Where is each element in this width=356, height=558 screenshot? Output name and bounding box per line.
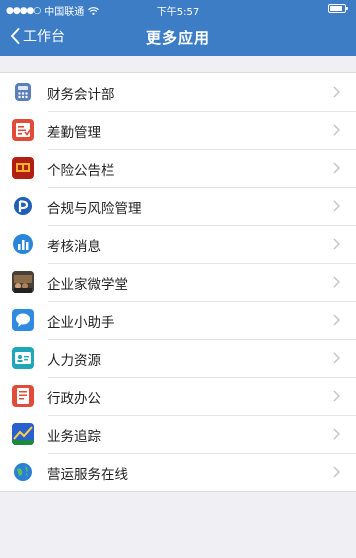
- app-label: 财务会计部: [47, 87, 115, 103]
- app-label: 企业小助手: [47, 315, 115, 331]
- clock-time: 下午5:57: [156, 7, 200, 18]
- chevron-right-icon: [333, 200, 340, 212]
- app-item-tracking[interactable]: 业务追踪: [0, 415, 356, 453]
- calculator-icon: [12, 81, 34, 103]
- app-header: ●●●●○ 中国联通 下午5:57 工作台 更多应用: [0, 0, 356, 56]
- chevron-right-icon: [333, 390, 340, 402]
- status-bar: ●●●●○ 中国联通 下午5:57: [0, 0, 356, 18]
- bulletin-icon: [12, 157, 34, 179]
- app-label: 差勤管理: [47, 125, 101, 141]
- chevron-right-icon: [333, 352, 340, 364]
- tracking-icon: [12, 423, 34, 445]
- app-item-office[interactable]: 行政办公: [0, 377, 356, 415]
- attendance-icon: [12, 119, 34, 141]
- chevron-right-icon: [333, 86, 340, 98]
- office-icon: [12, 385, 34, 407]
- chat-bubble-icon: [12, 309, 34, 331]
- chevron-right-icon: [333, 314, 340, 326]
- compliance-icon: [12, 195, 34, 217]
- app-label: 考核消息: [47, 239, 101, 255]
- globe-icon: [12, 461, 34, 483]
- app-item-finance[interactable]: 财务会计部: [0, 73, 356, 111]
- app-label: 行政办公: [47, 391, 101, 407]
- app-item-assistant[interactable]: 企业小助手: [0, 301, 356, 339]
- app-item-assessment[interactable]: 考核消息: [0, 225, 356, 263]
- chevron-right-icon: [333, 238, 340, 250]
- app-item-compliance[interactable]: 合规与风险管理: [0, 187, 356, 225]
- app-label: 合规与风险管理: [47, 201, 142, 217]
- app-label: 人力资源: [47, 353, 101, 369]
- page-title: 更多应用: [145, 29, 210, 47]
- app-label: 个险公告栏: [47, 163, 115, 179]
- app-item-attendance[interactable]: 差勤管理: [0, 111, 356, 149]
- app-item-bulletin[interactable]: 个险公告栏: [0, 149, 356, 187]
- app-list: 财务会计部 差勤管理 个险公告栏 合规与风险管理 考核消息 企业家微学堂 企业小…: [0, 72, 356, 492]
- chevron-right-icon: [333, 428, 340, 440]
- app-item-hr[interactable]: 人力资源: [0, 339, 356, 377]
- chevron-right-icon: [333, 124, 340, 136]
- classroom-icon: [12, 271, 34, 293]
- chevron-right-icon: [333, 466, 340, 478]
- app-label: 企业家微学堂: [47, 277, 128, 293]
- navigation-bar: 工作台 更多应用: [0, 18, 356, 56]
- app-item-classroom[interactable]: 企业家微学堂: [0, 263, 356, 301]
- app-item-operations[interactable]: 营运服务在线: [0, 453, 356, 491]
- app-label: 业务追踪: [47, 429, 101, 445]
- id-card-icon: [12, 347, 34, 369]
- app-label: 营运服务在线: [47, 467, 128, 483]
- chevron-right-icon: [333, 162, 340, 174]
- battery-icon: [328, 4, 348, 13]
- chevron-right-icon: [333, 276, 340, 288]
- chart-icon: [12, 233, 34, 255]
